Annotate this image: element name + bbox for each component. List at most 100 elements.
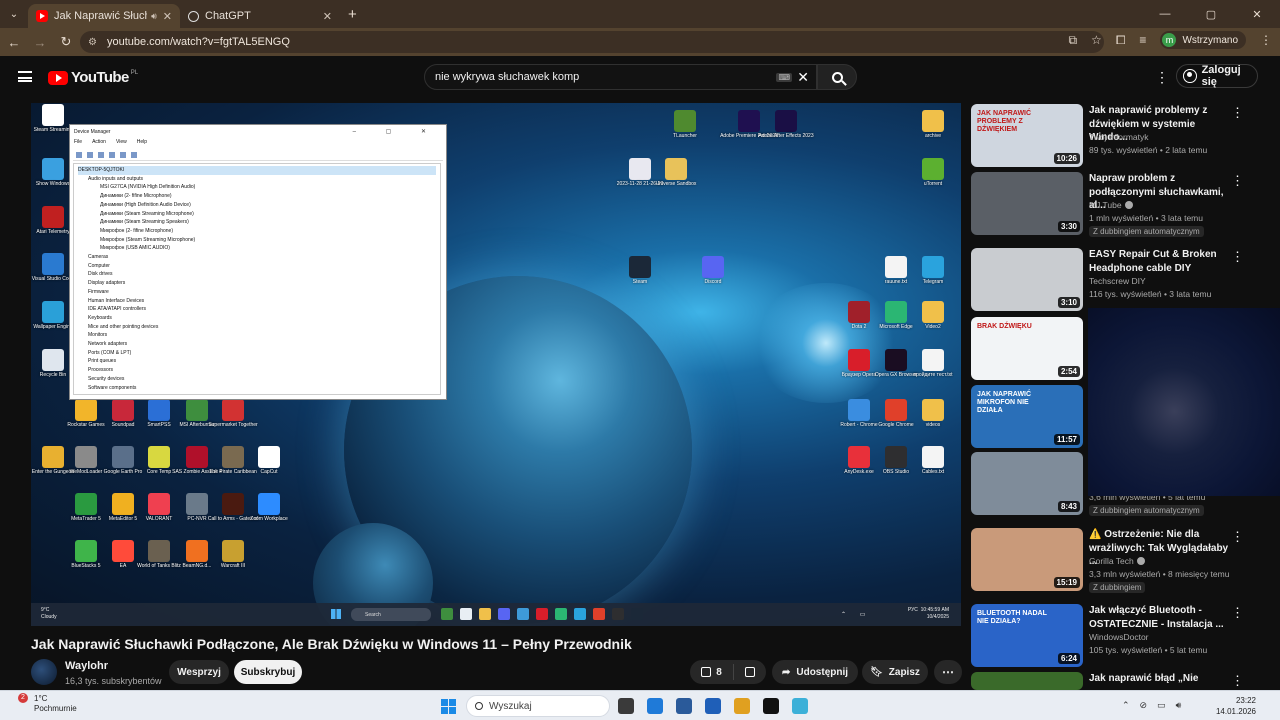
recommendation-menu-icon[interactable]: ⋮ [1231, 606, 1244, 619]
video-thumbnail[interactable]: BRAK DŹWIĘKU 2:54 [971, 317, 1083, 380]
profile-button[interactable]: m Wstrzymano [1160, 31, 1246, 49]
forward-arrow-icon[interactable]: → [28, 35, 52, 50]
install-app-icon[interactable]: ⧉ [1068, 33, 1077, 48]
speaker-icon[interactable]: 🔊︎ [151, 11, 157, 22]
recommendation-channel[interactable]: Gorilla Tech [1089, 556, 1145, 566]
new-tab-plus-icon[interactable]: + [348, 6, 357, 23]
windows-start-icon[interactable] [441, 699, 456, 714]
video-thumbnail[interactable]: 3:30 [971, 172, 1083, 235]
device-tree-item: IDE ATA/ATAPI controllers [88, 306, 146, 313]
hamburger-menu-icon[interactable] [18, 71, 32, 82]
video-player[interactable]: TLauncher Adobe Premiere Pro 2023 Adobe Af… [31, 103, 961, 626]
site-info-icon[interactable]: ⚙︎ [88, 37, 97, 48]
video-thumbnail[interactable]: 8:43 [971, 452, 1083, 515]
device-tree-item: DESKTOP-5QJTOKI [78, 166, 436, 175]
recommendation-channel[interactable]: MJ Tube [1089, 200, 1133, 210]
video-thumbnail[interactable]: BLUETOOTH NADAL NIE DZIAŁA? 6:24 [971, 604, 1083, 667]
host-weather-widget[interactable]: 2 1°C Pochmurnie [18, 693, 77, 714]
desktop-icon-label: Visual Studio Code [31, 276, 75, 282]
recommendation-title[interactable]: EASY Repair Cut & Broken Headphone cable… [1089, 248, 1229, 275]
video-thumbnail[interactable]: 3:10 [971, 248, 1083, 311]
device-tree-item: Динамики (Steam Streaming Speakers) [100, 219, 189, 226]
recommendation-menu-icon[interactable]: ⋮ [1231, 530, 1244, 543]
app-icon[interactable] [792, 698, 808, 714]
video-thumbnail[interactable]: JAK NAPRAWIĆ MIKROFON NIE DZIAŁA 11:57 [971, 385, 1083, 448]
device-tree-item: Mice and other pointing devices [88, 323, 159, 330]
settings-kebab-icon[interactable]: ⋮ [1155, 70, 1169, 84]
like-button[interactable]: 8 [690, 664, 734, 680]
recommendation-menu-icon[interactable]: ⋮ [1231, 674, 1244, 687]
close-tab-icon[interactable]: ✕ [163, 10, 172, 23]
search-input[interactable]: nie wykrywa słuchawek komp ⌨ ✕ [424, 64, 817, 90]
host-tray-icons[interactable]: ⌃⊘▭🔊︎ [1122, 700, 1191, 711]
keyboard-icon[interactable]: ⌨ [776, 72, 792, 82]
recommendation-title[interactable]: Jak naprawić błąd „Nie [1089, 672, 1229, 686]
app-icon [148, 493, 170, 515]
recommendation-item[interactable]: BLUETOOTH NADAL NIE DZIAŁA? 6:24 Jak włącz… [971, 604, 1271, 668]
host-date: 14.01.2026 [1215, 707, 1256, 716]
recommendation-menu-icon[interactable]: ⋮ [1231, 106, 1244, 119]
youtube-logo[interactable]: YouTube PL [48, 69, 138, 86]
address-bar[interactable]: ⚙︎ youtube.com/watch?v=fgtTAL5ENGQ [80, 31, 1104, 53]
close-tab-icon[interactable]: ✕ [323, 10, 332, 23]
bookmark-star-icon[interactable]: ☆ [1091, 33, 1102, 47]
maximize-icon[interactable]: ▢ [1188, 8, 1234, 21]
recommendation-item[interactable]: 3:30 Napraw problem z podłączonymi słucha… [971, 172, 1271, 237]
support-button[interactable]: Wesprzyj [169, 660, 229, 684]
recommendation-item[interactable]: 3:10 EASY Repair Cut & Broken Headphone c… [971, 248, 1271, 312]
close-window-icon[interactable]: ✕ [1234, 8, 1280, 21]
desktop-icon-label: Браузер Opera [841, 372, 877, 378]
tab-search-chevron-icon[interactable]: ⌄ [0, 0, 28, 28]
thumbs-up-icon [701, 667, 712, 677]
clear-search-icon[interactable]: ✕ [797, 69, 809, 86]
channel-name[interactable]: Waylohr [65, 660, 108, 672]
browser-menu-icon[interactable]: ⋮ [1260, 33, 1272, 47]
desktop-icon-label: Rockstar Games [67, 422, 105, 428]
dubbing-badge: Z dubbingiem [1089, 582, 1146, 593]
recommendation-item[interactable]: JAK NAPRAWIĆ PROBLEMY Z DŹWIĘKIEM 10:26 Ja… [971, 104, 1271, 168]
subscribe-button[interactable]: Subskrybuj [234, 660, 302, 684]
desktop-icon: uTorrent [911, 158, 955, 188]
tab-youtube[interactable]: Jak Naprawić Słuchawki Po 🔊︎ ✕ [28, 4, 180, 28]
recommendation-item[interactable]: 15:19 ⚠️ Ostrzeżenie: Nie dla wrażliwych:… [971, 528, 1271, 593]
search-button[interactable] [817, 64, 857, 90]
verified-badge-icon [1124, 201, 1133, 209]
weather-desc: Cloudy [41, 614, 57, 620]
chrome-icon[interactable] [734, 698, 750, 714]
host-search-box[interactable]: Wyszukaj [466, 695, 610, 717]
outlook-icon[interactable] [705, 698, 721, 714]
reload-icon[interactable]: ↻ [54, 34, 78, 50]
host-pinned-apps [618, 698, 808, 714]
recommendation-item[interactable]: Jak naprawić błąd „Nie ⋮ [971, 672, 1271, 690]
share-button[interactable]: ➦ Udostępnij [772, 660, 858, 684]
recommendation-channel[interactable]: WindowsDoctor [1089, 632, 1149, 642]
host-clock[interactable]: 23:22 14.01.2026 [1216, 695, 1256, 717]
channel-avatar[interactable] [31, 659, 57, 685]
back-arrow-icon[interactable]: ← [2, 35, 26, 50]
thumbnail-text: BRAK DŹWIĘKU [977, 323, 1032, 330]
desktop-icon-label: Dota 2 [851, 324, 867, 330]
desktop-icon: Adobe After Effects 2023 [758, 110, 814, 140]
more-actions-icon[interactable]: ⋯ [934, 660, 962, 684]
save-button[interactable]: 🔖︎ Zapisz [862, 660, 928, 684]
recommendation-channel[interactable]: Twój Informatyk [1089, 132, 1149, 142]
app-icon [848, 399, 870, 421]
app-icon [738, 110, 760, 132]
video-thumbnail[interactable] [971, 672, 1083, 690]
store-icon[interactable] [676, 698, 692, 714]
recommendation-menu-icon[interactable]: ⋮ [1231, 174, 1244, 187]
recommendation-channel[interactable]: Techscrew DIY [1089, 276, 1146, 286]
sign-in-button[interactable]: Zaloguj się [1176, 64, 1258, 88]
video-thumbnail[interactable]: 15:19 [971, 528, 1083, 591]
video-thumbnail[interactable]: JAK NAPRAWIĆ PROBLEMY Z DŹWIĘKIEM 10:26 [971, 104, 1083, 167]
recommendation-menu-icon[interactable]: ⋮ [1231, 250, 1244, 263]
minimize-icon[interactable]: — [1142, 8, 1188, 20]
recommendation-title[interactable]: Jak włączyć Bluetooth - OSTATECZNIE - In… [1089, 604, 1229, 631]
dislike-button[interactable] [734, 667, 766, 677]
extensions-puzzle-icon[interactable]: ⧠ [1116, 33, 1126, 48]
tab-chatgpt[interactable]: ChatGPT ✕ [180, 4, 340, 28]
task-view-icon[interactable] [618, 698, 634, 714]
chatgpt-icon[interactable] [763, 698, 779, 714]
reading-list-icon[interactable]: ≡ [1139, 33, 1146, 47]
edge-icon[interactable] [647, 698, 663, 714]
